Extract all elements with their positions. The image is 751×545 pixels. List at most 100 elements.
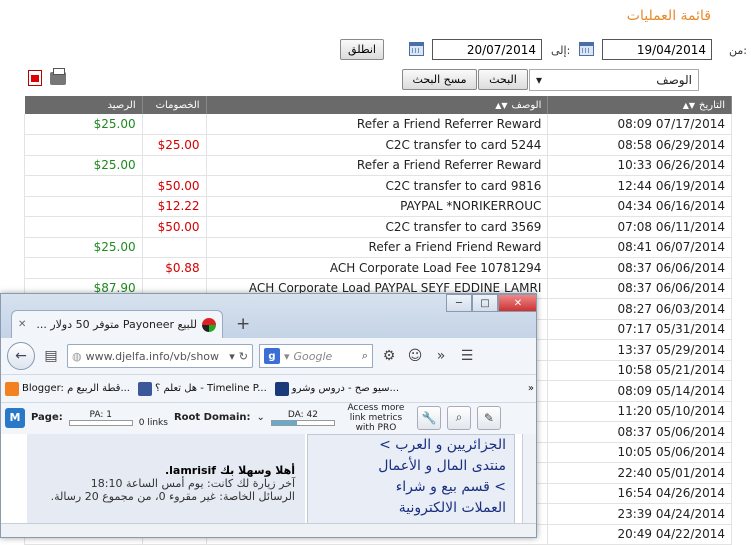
print-icon[interactable] (50, 68, 66, 85)
dropdown-icon[interactable]: ▾ (284, 350, 290, 363)
search-button[interactable]: البحث (478, 69, 528, 90)
tab-bar: ─ □ ✕ ✕ للبيع Payoneer متوفر 50 دولار ..… (1, 294, 536, 338)
table-row[interactable]: $25.00 Refer a Friend Friend Reward 08:41 … (24, 237, 732, 258)
date-cell: 16:54 04/26/2014 (547, 483, 732, 504)
table-row[interactable]: $25.00 Refer a Friend Referrer Reward 10:3… (24, 155, 732, 176)
pa-bar (68, 419, 133, 426)
date-cell: 10:33 06/26/2014 (547, 155, 732, 176)
table-row[interactable]: $12.22 PAYPAL *NORIKERROUC 04:34 06/16/201… (24, 196, 732, 217)
url-bar[interactable]: ◍ www.djelfa.info/vb/show ▾ ↻ (67, 344, 253, 368)
search-bar[interactable]: g ▾ Google ⌕ (259, 344, 373, 368)
description-cell: C2C transfer to card 5244 (205, 134, 549, 156)
menu-icon[interactable]: ☰ (457, 346, 477, 366)
browser-tab[interactable]: ✕ للبيع Payoneer متوفر 50 دولار ... (11, 310, 223, 338)
reload-icon[interactable]: ↻ (239, 350, 248, 363)
site-favicon-icon (202, 317, 216, 332)
date-cell: 04:34 06/16/2014 (547, 196, 732, 217)
pencil-icon[interactable]: ✎ (476, 405, 501, 430)
date-cell: 13:37 05/29/2014 (547, 339, 732, 361)
chevron-down-icon[interactable]: ⌄ (257, 412, 265, 423)
bookmark-item[interactable]: Blogger: قطة الربيع م... (5, 381, 130, 396)
table-header-row: الرصيد الخصومات ▲▼ الوصف ▲▼ التاريخ (24, 96, 732, 114)
magnifier-icon[interactable]: ⌕ (446, 405, 471, 430)
close-icon[interactable]: ✕ (498, 294, 536, 312)
pa-meter: PA: 1 (68, 409, 133, 426)
to-date-input[interactable] (432, 39, 542, 60)
date-cell: 20:49 04/22/2014 (547, 524, 732, 545)
table-row[interactable]: $50.00 C2C transfer to card 3569 07:08 06/… (24, 216, 732, 238)
root-domain-label: Root Domain: (173, 412, 251, 423)
maximize-icon[interactable]: □ (472, 294, 498, 312)
access-pro-link[interactable]: Access more link metrics with PRO (341, 403, 411, 433)
balance-cell (24, 134, 143, 156)
date-cell: 23:39 04/24/2014 (547, 503, 732, 525)
clear-search-button[interactable]: مسح البحث (402, 69, 477, 90)
balance-cell (24, 216, 143, 238)
seo-toolbar: M Page: PA: 1 0 links Root Domain: ⌄ DA:… (1, 402, 536, 433)
breadcrumb-line[interactable]: > قسم بيع و شراء (316, 477, 506, 498)
page-grid-icon[interactable]: ▤ (41, 346, 61, 366)
breadcrumb-line[interactable]: العملات الالكترونية (316, 498, 506, 519)
sort-icon: ▲▼ (682, 100, 696, 110)
addon-icon[interactable]: ☺ (405, 346, 425, 366)
date-cell: 08:37 05/06/2014 (547, 421, 732, 443)
magnifier-icon[interactable]: ⌕ (362, 349, 368, 363)
bookmark-item[interactable]: سيو صح - دروس وشرو... (274, 381, 400, 396)
balance-cell: $25.00 (24, 114, 143, 135)
deduction-cell: $25.00 (141, 134, 207, 156)
minimize-icon[interactable]: ─ (446, 294, 472, 312)
date-header[interactable]: ▲▼ التاريخ (547, 96, 732, 114)
search-placeholder: Google (293, 349, 333, 363)
da-meter: DA: 42 (270, 410, 335, 426)
balance-cell: $25.00 (24, 237, 143, 258)
overflow-chevron-icon[interactable]: » (528, 383, 534, 394)
url-text: www.djelfa.info/vb/show (85, 349, 220, 363)
deduction-cell: $50.00 (141, 216, 207, 238)
search-field-select[interactable]: الوصف ▾ (529, 69, 699, 91)
breadcrumb-line[interactable]: الجزائريين و العرب > (316, 435, 506, 456)
deduction-cell (141, 114, 207, 135)
date-cell: 10:58 05/21/2014 (547, 360, 732, 381)
date-cell: 11:20 05/10/2014 (547, 401, 732, 422)
balance-header[interactable]: الرصيد (24, 96, 143, 114)
page-label: Page: (31, 412, 63, 423)
bookmark-label: Blogger: قطة الربيع م... (22, 383, 130, 394)
back-arrow-icon[interactable]: ← (7, 342, 35, 370)
pdf-export-icon[interactable] (28, 70, 42, 86)
dropdown-icon[interactable]: ▾ (229, 350, 235, 363)
tab-close-icon[interactable]: ✕ (18, 319, 26, 330)
new-tab-icon[interactable]: + (236, 314, 250, 334)
moz-icon[interactable]: M (5, 407, 25, 428)
from-date-input[interactable] (602, 39, 712, 60)
wrench-icon[interactable]: 🔧 (416, 405, 441, 430)
balance-cell: $25.00 (24, 155, 143, 176)
horizontal-scrollbar[interactable] (1, 523, 536, 537)
table-row[interactable]: $25.00 Refer a Friend Referrer Reward 08:0… (24, 114, 732, 135)
overflow-chevron-icon[interactable]: » (431, 346, 451, 366)
messages-text[interactable]: الرسائل الخاصة: غير مقروء 0، من مجموع 20… (33, 490, 295, 503)
date-cell: 08:37 06/06/2014 (547, 257, 732, 279)
pa-value: PA: 1 (89, 409, 112, 420)
description-cell: Refer a Friend Referrer Reward (205, 155, 549, 176)
description-header[interactable]: ▲▼ الوصف (206, 96, 549, 114)
bookmark-label: هل تعلم ؟ - Timeline P... (155, 383, 267, 394)
go-button[interactable]: انطلق (340, 39, 384, 60)
date-cell: 07:17 05/31/2014 (547, 319, 732, 340)
description-cell: Refer a Friend Referrer Reward (205, 114, 549, 135)
gear-icon[interactable]: ⚙ (379, 346, 399, 366)
breadcrumb-line[interactable]: منتدى المال و الأعمال (316, 456, 506, 477)
table-row[interactable]: $0.88 ACH Corporate Load Fee 10781294 08:3… (24, 257, 732, 279)
calendar-icon-to[interactable] (409, 42, 424, 56)
vertical-scrollbar[interactable] (522, 434, 536, 524)
table-row[interactable]: $50.00 C2C transfer to card 9816 12:44 06/… (24, 175, 732, 197)
deduction-header[interactable]: الخصومات (142, 96, 207, 114)
bookmark-label: سيو صح - دروس وشرو... (291, 383, 400, 394)
google-icon: g (264, 348, 280, 364)
calendar-icon-from[interactable] (579, 42, 594, 56)
facebook-icon (138, 381, 152, 396)
bookmark-item[interactable]: هل تعلم ؟ - Timeline P... (138, 381, 267, 396)
table-row[interactable]: $25.00 C2C transfer to card 5244 08:58 06/… (24, 134, 732, 156)
welcome-text: أهلا وسهلا بك lamrisif. (164, 464, 295, 477)
tab-title: للبيع Payoneer متوفر 50 دولار ... (36, 318, 197, 331)
chevron-down-icon: ▾ (536, 73, 543, 87)
